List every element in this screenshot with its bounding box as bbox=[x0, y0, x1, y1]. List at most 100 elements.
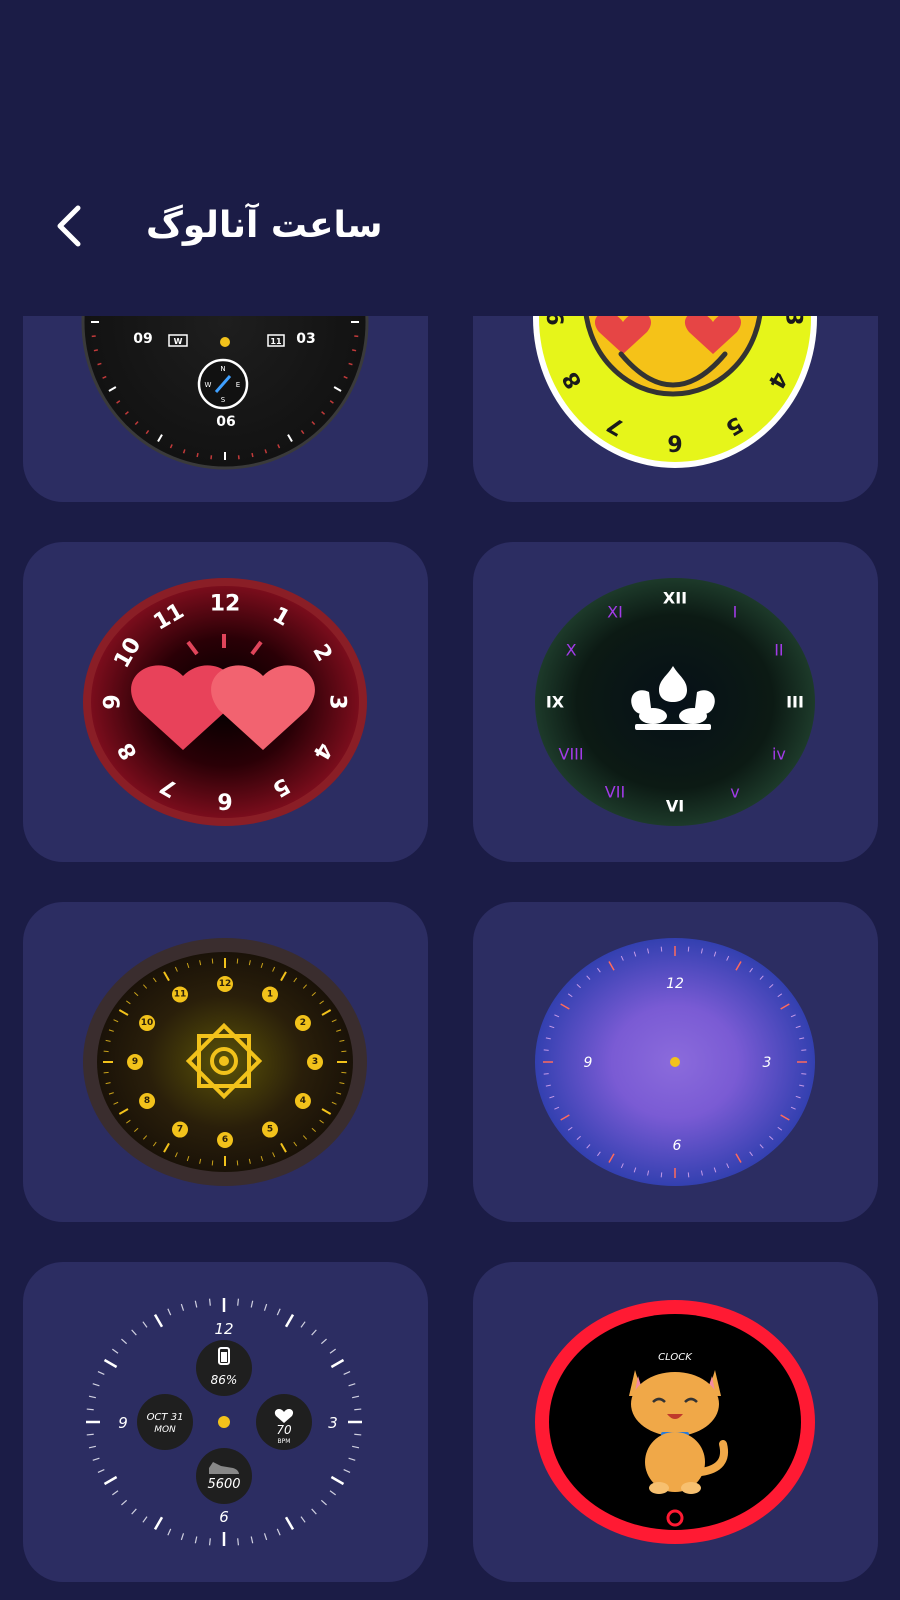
hour-tick bbox=[284, 1313, 295, 1328]
minute-tick bbox=[341, 1050, 347, 1053]
page-title: ساعت آنالوگ bbox=[146, 205, 383, 246]
minute-tick bbox=[92, 1383, 100, 1387]
minute-tick bbox=[352, 349, 357, 352]
svg-text:N: N bbox=[220, 365, 225, 373]
minute-tick bbox=[211, 958, 214, 964]
steps-complication: 5600 bbox=[196, 1448, 252, 1504]
svg-text:E: E bbox=[236, 381, 240, 389]
minute-tick bbox=[196, 452, 199, 458]
minute-tick bbox=[276, 1528, 281, 1536]
minute-tick bbox=[86, 1408, 94, 1411]
hour-tick bbox=[330, 1475, 345, 1486]
hour-number: iv bbox=[772, 745, 786, 764]
hour-number: 6 bbox=[217, 788, 232, 813]
svg-text:W: W bbox=[205, 381, 212, 389]
watch-face-card-hearts[interactable]: 12 1 2 3 4 5 6 7 8 9 10 11 bbox=[23, 542, 428, 862]
hour-label-6: 06 bbox=[216, 414, 235, 430]
hour-number: VIII bbox=[559, 745, 584, 764]
minute-tick bbox=[208, 1298, 211, 1306]
minute-tick bbox=[97, 1469, 105, 1473]
minute-tick bbox=[121, 1499, 128, 1506]
minute-tick bbox=[543, 1073, 549, 1075]
watch-dial bbox=[535, 578, 815, 826]
watch-face-card-roman[interactable]: XII I II III iv v VI VII VIII IX X XI bbox=[473, 542, 878, 862]
svg-text:S: S bbox=[221, 396, 226, 404]
hour-label-3: 3 bbox=[328, 1414, 338, 1432]
minute-tick bbox=[112, 1348, 119, 1354]
svg-text:5600: 5600 bbox=[207, 1477, 240, 1492]
hour-number: 9 bbox=[132, 1057, 138, 1067]
minute-tick bbox=[801, 1049, 807, 1051]
hour-number: II bbox=[774, 641, 783, 660]
hour-number: VII bbox=[605, 783, 625, 802]
hour-label-6: 6 bbox=[219, 1508, 229, 1526]
minute-tick bbox=[660, 1172, 663, 1178]
hour-label-9: 9 bbox=[584, 1055, 593, 1071]
minute-tick bbox=[311, 1508, 317, 1515]
minute-tick bbox=[263, 1303, 268, 1311]
minute-tick bbox=[236, 958, 239, 964]
center-dot bbox=[670, 1057, 680, 1067]
hour-label-9: 09 bbox=[133, 331, 152, 347]
date-label: 11 bbox=[270, 337, 282, 346]
minute-tick bbox=[121, 1338, 128, 1345]
minute-tick bbox=[329, 1348, 336, 1354]
minute-tick bbox=[131, 1329, 137, 1336]
hour-number: v bbox=[730, 783, 739, 802]
hour-number: 12 bbox=[210, 592, 241, 617]
center-dot bbox=[218, 1416, 230, 1428]
hour-label-3: 03 bbox=[296, 331, 315, 347]
watch-face-card-purple[interactable]: 12 3 6 9 bbox=[473, 902, 878, 1222]
hour-number: IX bbox=[546, 693, 565, 712]
weekday-label: W bbox=[174, 337, 183, 346]
hour-number: 3 bbox=[312, 1057, 318, 1067]
minute-tick bbox=[329, 1490, 336, 1496]
minute-tick bbox=[354, 1433, 362, 1436]
hour-number: 4 bbox=[300, 1096, 306, 1106]
hour-number: III bbox=[786, 693, 804, 712]
minute-tick bbox=[88, 1395, 96, 1399]
minute-tick bbox=[311, 1329, 317, 1336]
hour-number: 10 bbox=[141, 1018, 154, 1028]
hour-number: XI bbox=[607, 602, 623, 621]
watch-face-card-fitness[interactable]: 12 3 6 9 86% OCT 31 MON 70 BPM 5600 bbox=[23, 1262, 428, 1582]
minute-tick bbox=[211, 1160, 214, 1166]
app-bar: ساعت آنالوگ bbox=[0, 0, 900, 316]
minute-tick bbox=[194, 1300, 198, 1308]
hour-number: I bbox=[733, 602, 738, 621]
svg-text:OCT 31: OCT 31 bbox=[147, 1412, 184, 1423]
compass-icon: N E S W bbox=[197, 358, 249, 410]
svg-text:86%: 86% bbox=[211, 1373, 238, 1387]
hour-number: 1 bbox=[267, 989, 273, 999]
minute-tick bbox=[320, 1338, 327, 1345]
hour-number: 8 bbox=[144, 1096, 150, 1106]
minute-tick bbox=[142, 1516, 148, 1523]
minute-tick bbox=[237, 1538, 240, 1546]
minute-tick bbox=[300, 1516, 306, 1523]
watch-face-card-gold[interactable]: 12 1 2 3 4 5 6 7 8 9 10 11 bbox=[23, 902, 428, 1222]
hour-number: 7 bbox=[177, 1125, 183, 1135]
minute-tick bbox=[131, 1508, 137, 1515]
back-button[interactable] bbox=[44, 196, 94, 256]
heart-rate-complication: 70 BPM bbox=[256, 1394, 312, 1450]
minute-tick bbox=[250, 1536, 254, 1544]
minute-tick bbox=[343, 1469, 351, 1473]
hour-number: 2 bbox=[300, 1018, 306, 1028]
hour-tick bbox=[103, 1475, 118, 1486]
minute-tick bbox=[167, 1308, 172, 1316]
minute-tick bbox=[93, 349, 98, 352]
minute-tick bbox=[801, 1073, 807, 1075]
center-dot bbox=[220, 337, 230, 347]
hour-number: 5 bbox=[267, 1125, 273, 1135]
minute-tick bbox=[237, 1298, 240, 1306]
minute-tick bbox=[92, 1457, 100, 1461]
hour-label-12: 12 bbox=[214, 1320, 233, 1338]
minute-tick bbox=[236, 1160, 239, 1166]
hour-number: 9 bbox=[101, 694, 126, 709]
watch-face-card-cat[interactable]: CLOCK bbox=[473, 1262, 878, 1582]
minute-tick bbox=[194, 1536, 198, 1544]
hour-number: 3 bbox=[325, 694, 350, 709]
hour-number: VI bbox=[666, 797, 684, 816]
minute-tick bbox=[276, 1308, 281, 1316]
date-complication: OCT 31 MON bbox=[137, 1394, 193, 1450]
